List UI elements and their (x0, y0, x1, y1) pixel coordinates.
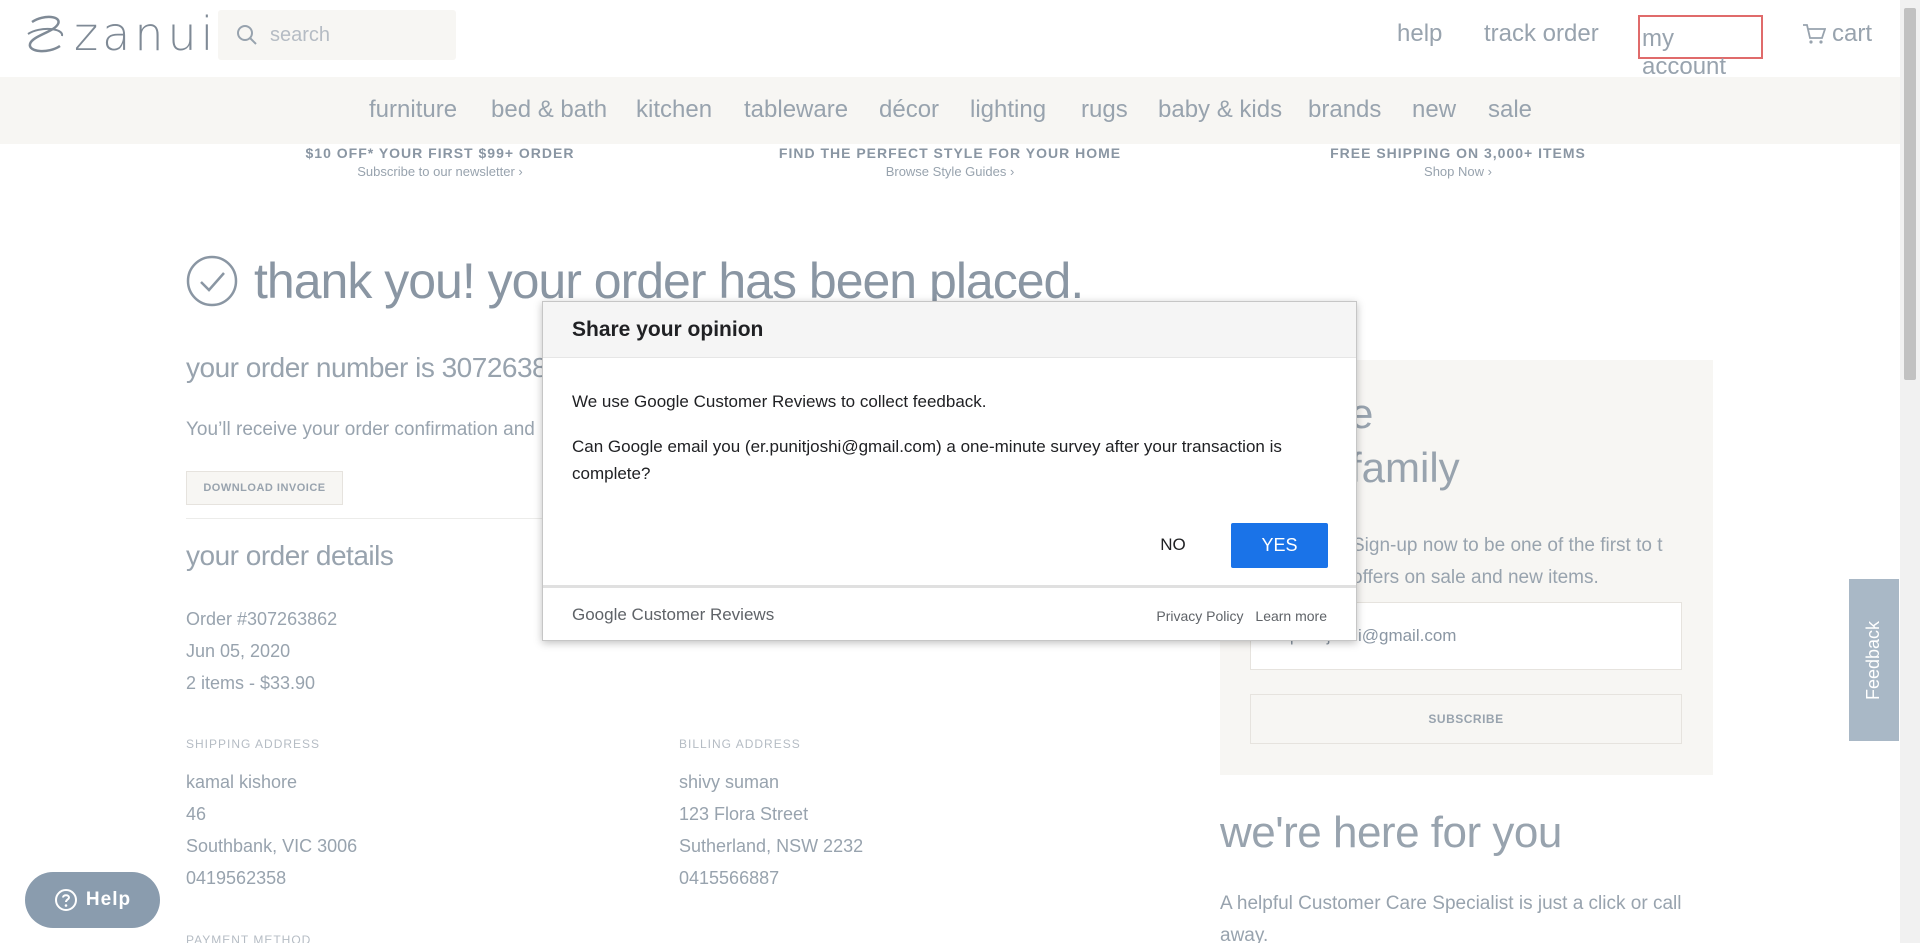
dialog-intro: We use Google Customer Reviews to collec… (572, 392, 987, 411)
nav-new[interactable]: new (1412, 96, 1456, 124)
logo[interactable]: zanui (24, 7, 218, 61)
nav-lighting[interactable]: lighting (970, 96, 1046, 124)
support-text: A helpful Customer Care Specialist is ju… (1220, 893, 1682, 943)
dialog-footer-links: Privacy Policy Learn more (1148, 608, 1327, 624)
privacy-policy-link[interactable]: Privacy Policy (1156, 608, 1243, 624)
logo-icon (27, 15, 63, 53)
support-title: we're here for you (1220, 808, 1562, 857)
shipping-name: kamal kishore (186, 772, 298, 792)
billing-line-2: Sutherland, NSW 2232 (679, 836, 864, 856)
promo-title: FREE SHIPPING ON 3,000+ ITEMS (1330, 145, 1586, 161)
opinion-dialog: Share your opinion We use Google Custome… (542, 301, 1357, 641)
cart-icon (1803, 24, 1826, 44)
shipping-phone: 0419562358 (186, 868, 287, 888)
cart-label: cart (1832, 20, 1873, 47)
search-input[interactable] (270, 23, 450, 47)
category-nav: furniture bed & bath kitchen tableware d… (0, 77, 1900, 144)
scrollbar-thumb[interactable] (1904, 8, 1916, 380)
promo-newsletter[interactable]: $10 OFF* YOUR FIRST $99+ ORDER Subscribe… (290, 145, 590, 179)
billing-phone: 0415566887 (679, 868, 780, 888)
dialog-divider (543, 585, 1356, 588)
billing-name: shivy suman (679, 772, 780, 792)
nav-kitchen[interactable]: kitchen (636, 96, 712, 124)
site-header: zanui help track order my account cart (0, 0, 1900, 80)
order-details-title: your order details (186, 540, 394, 571)
cart-link[interactable]: cart (1802, 20, 1872, 48)
order-id: Order #307263862 (186, 609, 338, 629)
yes-button[interactable]: YES (1231, 523, 1328, 568)
learn-more-link[interactable]: Learn more (1255, 608, 1327, 624)
dialog-header: Share your opinion (543, 302, 1356, 358)
promo-title: $10 OFF* YOUR FIRST $99+ ORDER (305, 145, 575, 161)
shipping-line-1: 46 (186, 804, 207, 824)
help-button[interactable]: Help (25, 872, 160, 928)
order-number: your order number is 307263862 (186, 352, 578, 383)
promo-sub: Browse Style Guides › (885, 164, 1015, 179)
feedback-tab[interactable]: Feedback (1849, 579, 1899, 741)
nav-brands[interactable]: brands (1308, 96, 1381, 124)
order-date: Jun 05, 2020 (186, 641, 291, 661)
promo-sub: Subscribe to our newsletter › (357, 164, 523, 179)
page: zanui help track order my account cart f… (0, 0, 1920, 943)
track-order-link[interactable]: track order (1484, 20, 1599, 48)
nav-bed-bath[interactable]: bed & bath (491, 96, 607, 124)
nav-baby-kids[interactable]: baby & kids (1158, 96, 1282, 124)
confirmation-text: You’ll receive your order confirmation a… (186, 419, 535, 440)
help-link[interactable]: help (1397, 20, 1442, 48)
payment-method-label: PAYMENT METHOD (186, 933, 312, 943)
dialog-title: Share your opinion (572, 318, 764, 341)
nav-tableware[interactable]: tableware (744, 96, 848, 124)
promo-style-guides[interactable]: FIND THE PERFECT STYLE FOR YOUR HOME Bro… (770, 145, 1130, 179)
promo-title: FIND THE PERFECT STYLE FOR YOUR HOME (778, 145, 1122, 161)
download-invoice-button[interactable]: DOWNLOAD INVOICE (186, 471, 343, 505)
feedback-label: Feedback (1863, 620, 1884, 700)
logo-text: zanui (74, 7, 218, 61)
question-circle-icon (54, 889, 77, 911)
order-summary: 2 items - $33.90 (186, 673, 316, 693)
promo-sub: Shop Now › (1424, 164, 1492, 179)
billing-address-label: BILLING ADDRESS (679, 737, 801, 751)
panel-text: Sign-up now to be one of the first to t … (1352, 535, 1663, 588)
google-customer-reviews-logo: Google Customer Reviews (572, 605, 775, 624)
search-icon (237, 25, 257, 45)
panel-title-line-2: family (1350, 444, 1460, 491)
shipping-address-label: SHIPPING ADDRESS (186, 737, 321, 751)
my-account-label: my account (1642, 25, 1727, 80)
no-button[interactable]: NO (1133, 523, 1213, 567)
nav-decor[interactable]: décor (879, 96, 939, 124)
search-box[interactable] (218, 10, 456, 60)
my-account-link[interactable]: my account (1638, 15, 1763, 80)
subscribe-button[interactable]: SUBSCRIBE (1250, 694, 1682, 744)
dialog-question: Can Google email you (er.punitjoshi@gmai… (572, 437, 1282, 483)
help-label: Help (85, 889, 132, 910)
nav-sale[interactable]: sale (1488, 96, 1532, 124)
check-circle-icon (186, 255, 238, 307)
nav-furniture[interactable]: furniture (369, 96, 457, 124)
promo-free-shipping[interactable]: FREE SHIPPING ON 3,000+ ITEMS Shop Now › (1320, 145, 1596, 179)
shipping-line-2: Southbank, VIC 3006 (186, 836, 358, 856)
page-scrollbar[interactable] (1900, 0, 1920, 943)
nav-rugs[interactable]: rugs (1081, 96, 1128, 124)
billing-line-1: 123 Flora Street (679, 804, 809, 824)
